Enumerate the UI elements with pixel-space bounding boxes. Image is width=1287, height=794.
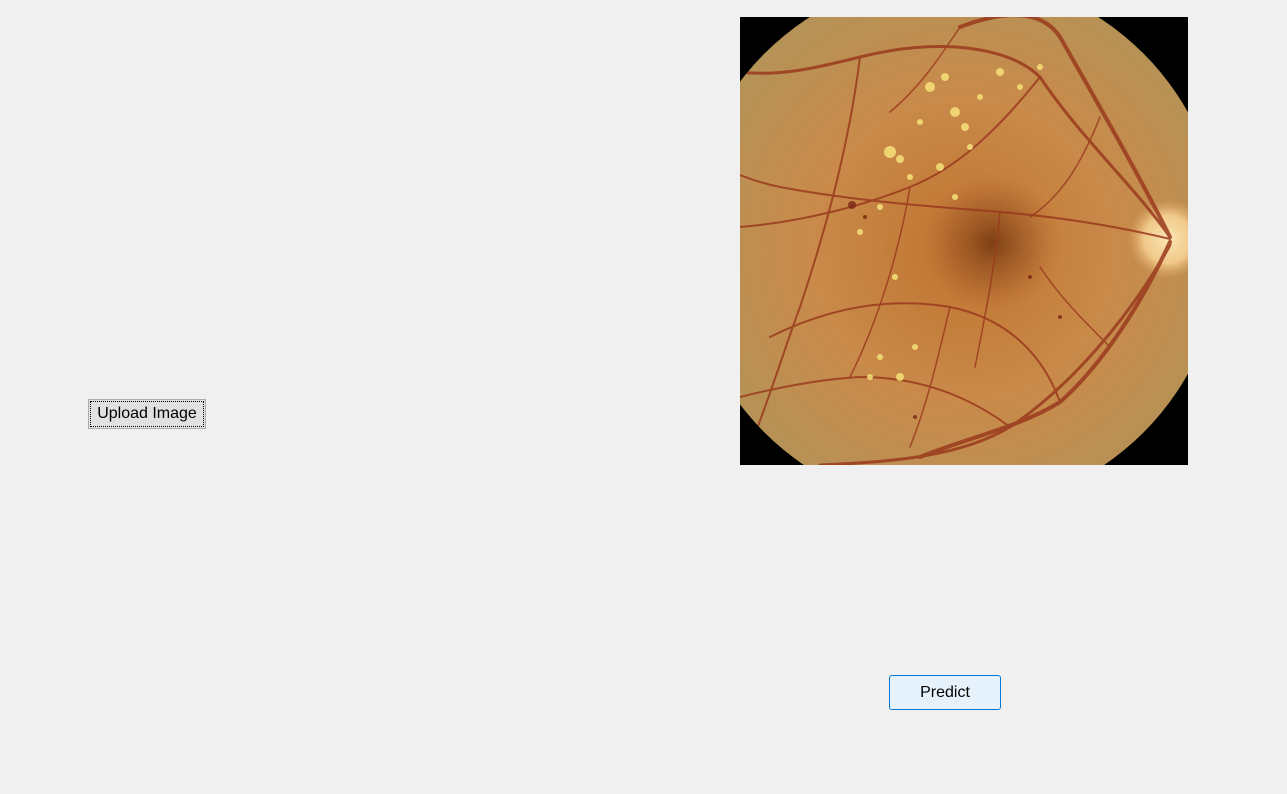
predict-button[interactable]: Predict [889,675,1001,710]
app-window: Upload Image Predict [0,0,1287,794]
upload-image-button[interactable]: Upload Image [88,399,206,429]
retina-fundus-image [740,17,1188,465]
upload-image-label: Upload Image [97,405,197,422]
fundus-image-panel [740,17,1188,465]
